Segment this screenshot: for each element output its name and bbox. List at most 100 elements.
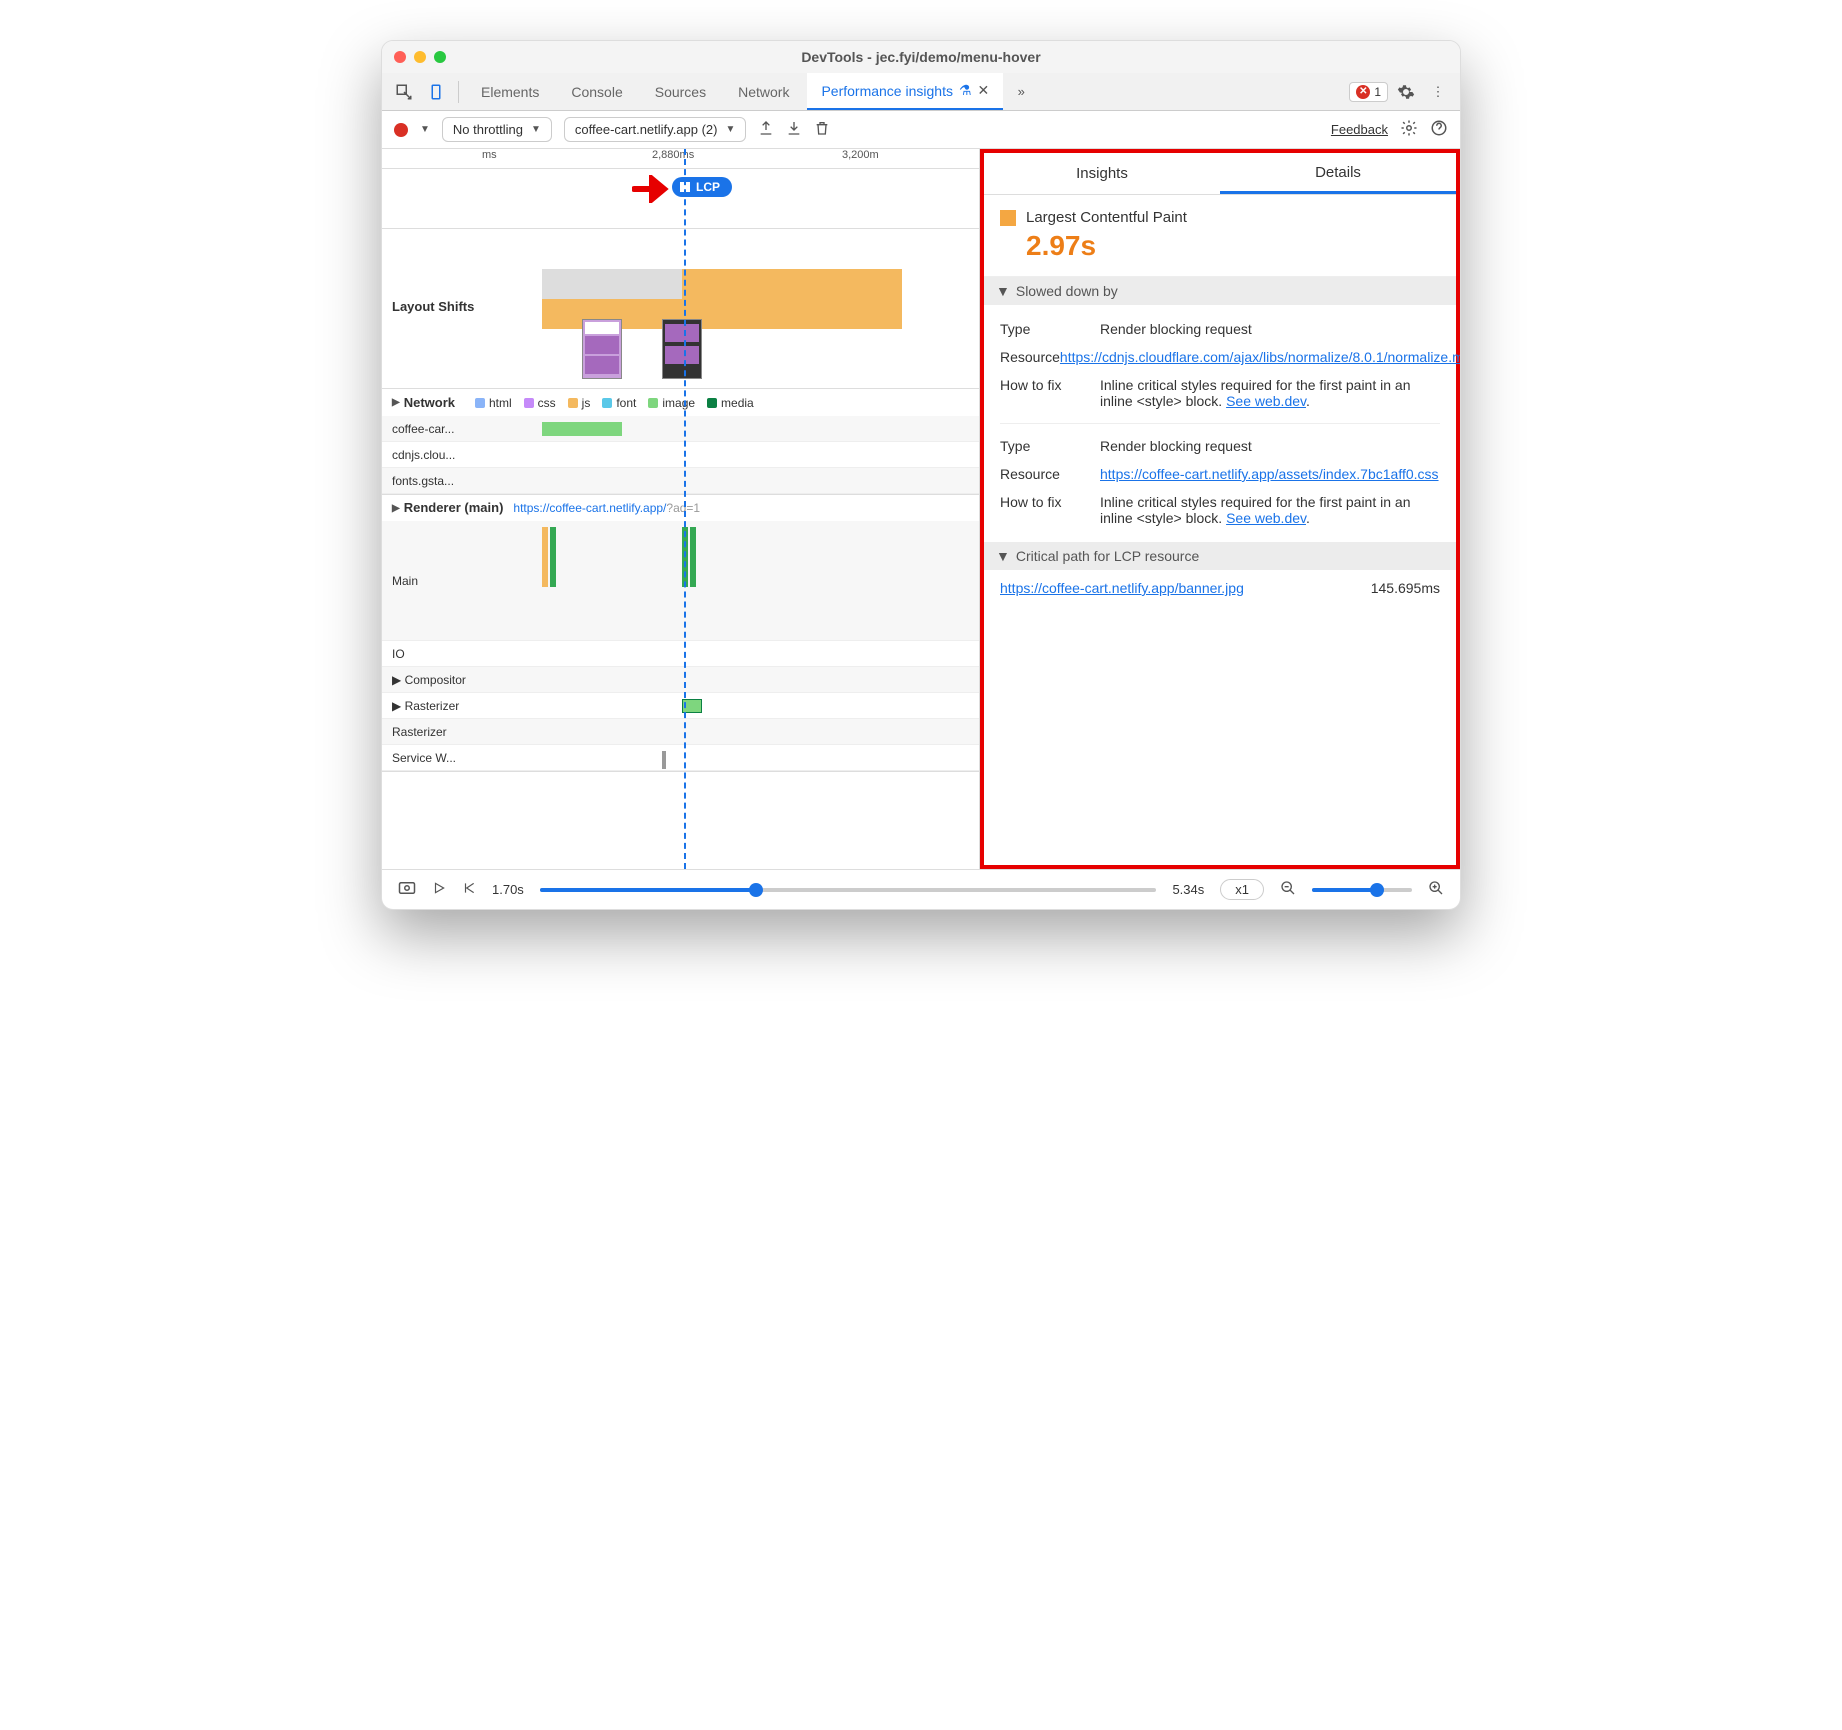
kebab-menu-icon[interactable]: ⋮ <box>1424 78 1452 106</box>
webdev-link[interactable]: See web.dev <box>1226 393 1306 409</box>
legend-html: html <box>475 396 512 410</box>
details-pane: Insights Details Largest Contentful Pain… <box>980 149 1460 869</box>
gear-icon[interactable] <box>1400 119 1418 140</box>
lcp-marker[interactable]: LCP <box>672 177 732 197</box>
critical-path-section[interactable]: ▼ Critical path for LCP resource <box>984 542 1456 570</box>
window-title: DevTools - jec.fyi/demo/menu-hover <box>382 49 1460 65</box>
renderer-row-io[interactable]: IO <box>382 641 979 667</box>
devtools-window: DevTools - jec.fyi/demo/menu-hover Eleme… <box>381 40 1461 910</box>
import-icon[interactable] <box>786 120 802 139</box>
network-section: ▶ Network html css js font image media c… <box>382 389 979 495</box>
maximize-window-icon[interactable] <box>434 51 446 63</box>
legend-css: css <box>524 396 556 410</box>
settings-icon[interactable] <box>1392 78 1420 106</box>
lcp-time: 2.97s <box>1026 230 1440 262</box>
zoom-slider[interactable] <box>1312 888 1412 892</box>
insights-tab[interactable]: Insights <box>984 153 1220 194</box>
critical-path-url[interactable]: https://coffee-cart.netlify.app/banner.j… <box>1000 580 1244 596</box>
time-ruler: ms 2,880ms 3,200m <box>382 149 979 169</box>
chevron-right-icon: ▶ <box>392 503 400 514</box>
playback-bar: 1.70s 5.34s x1 <box>382 869 1460 909</box>
chevron-down-icon: ▼ <box>996 548 1010 564</box>
webdev-link[interactable]: See web.dev <box>1226 510 1306 526</box>
thumbnail-2[interactable] <box>662 319 702 379</box>
feedback-link[interactable]: Feedback <box>1331 122 1388 137</box>
network-row[interactable]: fonts.gsta... <box>382 468 979 494</box>
main-content: ms 2,880ms 3,200m LCP <box>382 149 1460 869</box>
more-tabs-icon[interactable]: » <box>1007 78 1035 106</box>
renderer-row-rasterizer[interactable]: ▶ Rasterizer <box>382 693 979 719</box>
device-icon[interactable] <box>422 78 450 106</box>
legend-media: media <box>707 396 754 410</box>
critical-path-row: https://coffee-cart.netlify.app/banner.j… <box>984 570 1456 606</box>
chevron-down-icon: ▼ <box>726 124 736 135</box>
chevron-down-icon: ▼ <box>996 283 1010 299</box>
renderer-section: ▶ Renderer (main) https://coffee-cart.ne… <box>382 495 979 772</box>
traffic-lights <box>394 51 446 63</box>
renderer-url[interactable]: https://coffee-cart.netlify.app/?ad=1 <box>513 501 700 515</box>
thumbnail-1[interactable] <box>582 319 622 379</box>
resource-link[interactable]: https://coffee-cart.netlify.app/assets/i… <box>1100 466 1439 482</box>
renderer-header[interactable]: ▶ Renderer (main) <box>382 495 513 521</box>
network-header[interactable]: ▶ Network <box>382 389 465 416</box>
tab-performance-insights[interactable]: Performance insights ⚗ ✕ <box>807 73 1003 110</box>
minimize-window-icon[interactable] <box>414 51 426 63</box>
lcp-title: Largest Contentful Paint <box>1026 209 1187 226</box>
details-tab[interactable]: Details <box>1220 153 1456 194</box>
zoom-in-icon[interactable] <box>1428 880 1444 899</box>
playback-slider[interactable] <box>540 888 1157 892</box>
slowed-down-details: Type Render blocking request Resource ht… <box>984 305 1456 542</box>
tab-console[interactable]: Console <box>557 73 636 110</box>
playback-start-time: 1.70s <box>492 882 524 897</box>
speed-button[interactable]: x1 <box>1220 879 1264 900</box>
tab-sources[interactable]: Sources <box>641 73 720 110</box>
annotation-arrow-icon <box>632 175 672 203</box>
recording-dropdown[interactable]: coffee-cart.netlify.app (2) ▼ <box>564 117 747 142</box>
play-icon[interactable] <box>432 881 446 898</box>
lcp-timeline-area: LCP <box>382 169 979 229</box>
renderer-row-main[interactable]: Main <box>382 521 979 641</box>
close-tab-icon[interactable]: ✕ <box>978 82 990 99</box>
critical-path-time: 145.695ms <box>1371 580 1440 596</box>
chevron-right-icon: ▶ <box>392 397 400 408</box>
titlebar: DevTools - jec.fyi/demo/menu-hover <box>382 41 1460 73</box>
resource-link[interactable]: https://cdnjs.cloudflare.com/ajax/libs/n… <box>1060 349 1461 365</box>
layout-shifts-section: Layout Shifts <box>382 229 979 389</box>
renderer-row-rasterizer2[interactable]: Rasterizer <box>382 719 979 745</box>
export-icon[interactable] <box>758 120 774 139</box>
delete-icon[interactable] <box>814 120 830 139</box>
right-tabs: Insights Details <box>984 153 1456 195</box>
lcp-header: Largest Contentful Paint 2.97s <box>984 195 1456 277</box>
inspect-icon[interactable] <box>390 78 418 106</box>
slowed-down-section[interactable]: ▼ Slowed down by <box>984 277 1456 305</box>
lcp-marker-line <box>684 149 686 869</box>
record-button[interactable] <box>394 123 408 137</box>
tab-elements[interactable]: Elements <box>467 73 553 110</box>
throttling-dropdown[interactable]: No throttling ▼ <box>442 117 552 142</box>
main-tabbar: Elements Console Sources Network Perform… <box>382 73 1460 111</box>
tab-network[interactable]: Network <box>724 73 803 110</box>
lcp-indicator-icon <box>1000 210 1016 226</box>
legend-image: image <box>648 396 695 410</box>
renderer-row-compositor[interactable]: ▶ Compositor <box>382 667 979 693</box>
network-row[interactable]: cdnjs.clou... <box>382 442 979 468</box>
performance-toolbar: ▼ No throttling ▼ coffee-cart.netlify.ap… <box>382 111 1460 149</box>
error-icon: ✕ <box>1356 85 1370 99</box>
rewind-icon[interactable] <box>462 881 476 898</box>
help-icon[interactable] <box>1430 119 1448 140</box>
overview-icon[interactable] <box>398 881 416 898</box>
legend-js: js <box>568 396 591 410</box>
legend-font: font <box>602 396 636 410</box>
zoom-out-icon[interactable] <box>1280 880 1296 899</box>
timeline-pane: ms 2,880ms 3,200m LCP <box>382 149 980 869</box>
flask-icon: ⚗ <box>959 82 972 99</box>
renderer-row-service-worker[interactable]: Service W... <box>382 745 979 771</box>
close-window-icon[interactable] <box>394 51 406 63</box>
chevron-down-icon: ▼ <box>531 124 541 135</box>
error-count-badge[interactable]: ✕ 1 <box>1349 82 1388 102</box>
layout-shifts-label: Layout Shifts <box>392 299 474 314</box>
network-row[interactable]: coffee-car... <box>382 416 979 442</box>
network-legend: html css js font image media <box>465 390 764 416</box>
playback-end-time: 5.34s <box>1172 882 1204 897</box>
record-chevron-icon[interactable]: ▼ <box>420 124 430 135</box>
